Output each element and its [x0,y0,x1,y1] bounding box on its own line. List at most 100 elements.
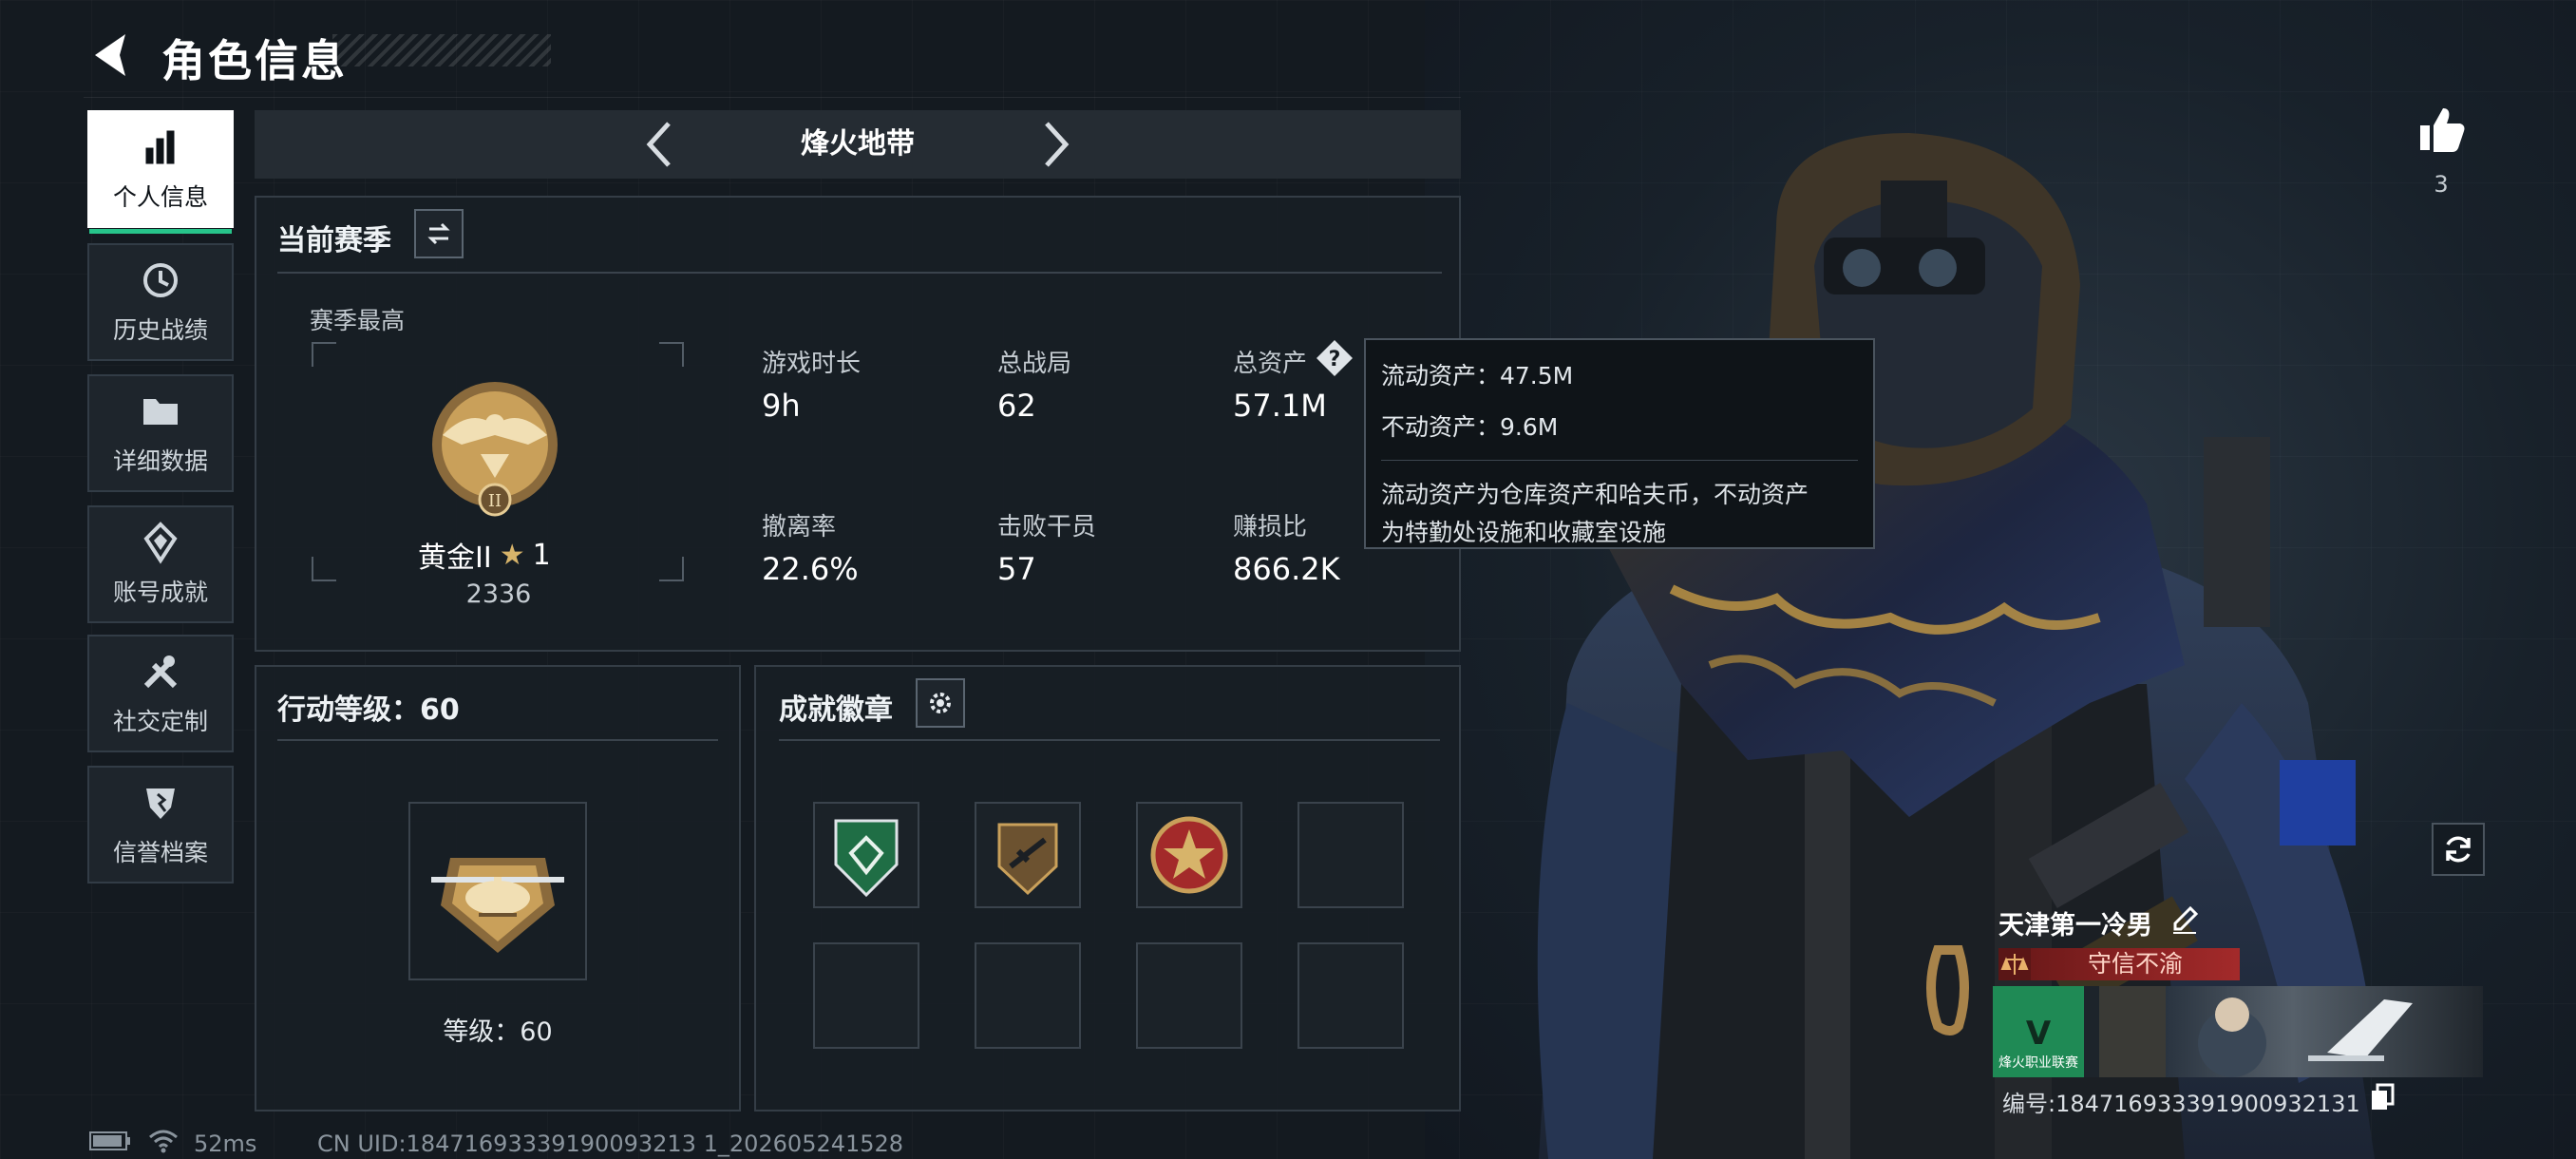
star-medal-badge-icon [1150,816,1228,894]
badge-slot[interactable] [813,802,919,908]
sidebar-item-history[interactable]: 历史战绩 [87,243,234,361]
sidebar-item-detailed-data[interactable]: 详细数据 [87,374,234,492]
season-divider [277,272,1442,274]
rank-gold-emblem: II [432,382,558,517]
chevron-left-icon[interactable] [636,116,684,173]
mode-tab-bar: 烽火地带 [255,110,1461,179]
stat-value-matches: 62 [997,388,1036,424]
sidebar-item-label: 账号成就 [112,579,208,606]
laptop-scene-image [2198,998,2413,1077]
battery-icon [89,1131,130,1150]
sidebar-item-reputation[interactable]: 信誉档案 [87,766,234,884]
season-best-label: 赛季最高 [310,307,406,334]
sidebar-item-label: 个人信息 [112,183,208,211]
badge-slot-empty[interactable] [813,942,919,1049]
bar-chart-icon [145,130,175,164]
sidebar-item-label: 详细数据 [112,447,208,475]
thumbs-up-icon[interactable] [2415,103,2468,156]
rifle-badge-icon [997,823,1058,896]
rotate-model-button[interactable] [2432,823,2485,876]
season-title: 当前赛季 [277,224,391,257]
badges-divider [779,739,1440,741]
card-tile[interactable] [2099,986,2166,1077]
wifi-icon [149,1130,178,1153]
player-name: 天津第一冷男 [1998,911,2152,940]
season-switch-button[interactable] [414,209,464,258]
badge-slot-empty[interactable] [1297,942,1404,1049]
badge-slot-empty[interactable] [1297,802,1404,908]
ping-text: 52ms [194,1130,257,1157]
tooltip-fixed-assets: 不动资产：9.6M [1381,413,1559,441]
league-logo-icon: V [2025,1015,2052,1053]
uid-status-line: CN UID:18471693339190093213 1_2026052415… [317,1130,904,1157]
rank-stars: 1 [532,538,551,572]
back-icon[interactable] [84,27,141,84]
stat-label-total-assets: 总资产 [1233,350,1308,378]
help-icon[interactable]: ? [1315,338,1354,378]
scale-icon [1998,948,2031,980]
badge-slot[interactable] [975,802,1081,908]
badge-slot[interactable] [1136,802,1242,908]
badge-slot-empty[interactable] [1136,942,1242,1049]
sidebar-item-personal-info[interactable]: 个人信息 [87,110,234,234]
title-decoration [332,34,551,66]
stat-value-kills: 57 [997,551,1036,587]
frame-corner [659,557,684,581]
assets-tooltip: 流动资产：47.5M 不动资产：9.6M 流动资产为仓库资产和哈夫币，不动资产 … [1364,338,1875,549]
player-card-strip[interactable]: V 烽火职业联赛 [1993,986,2483,1077]
badges-settings-button[interactable] [916,678,965,728]
header-divider [84,97,1461,98]
action-level-divider [277,739,718,741]
league-card[interactable]: V 烽火职业联赛 [1993,986,2084,1077]
league-card-text: 烽火职业联赛 [1998,1055,2078,1071]
folder-icon [143,399,178,425]
svg-text:?: ? [1329,348,1341,371]
stat-label-playtime: 游戏时长 [762,350,862,378]
copy-icon[interactable] [2369,1083,2396,1112]
reputation-badge: 守信不渝 [2031,948,2240,980]
sidebar-item-label: 社交定制 [112,708,208,735]
helicopter-emblem [431,858,564,953]
swap-icon [427,222,450,245]
card-scene[interactable] [2166,986,2483,1077]
stat-label-kills: 击败干员 [997,513,1097,542]
history-icon [143,263,178,297]
frame-corner [659,342,684,367]
edit-icon[interactable] [2169,904,2200,935]
tooltip-explain-line1: 流动资产为仓库资产和哈夫币，不动资产 [1381,481,1809,508]
stat-value-playtime: 9h [762,388,801,424]
page-title: 角色信息 [161,35,348,86]
stat-value-extract-rate: 22.6% [762,551,859,587]
stat-label-extract-rate: 撤离率 [762,513,837,542]
action-level-emblem-frame [408,802,587,980]
tools-icon [143,656,178,689]
star-icon: ★ [499,538,525,572]
frame-corner [312,342,336,367]
sidebar-item-social[interactable]: 社交定制 [87,635,234,752]
action-level-title: 行动等级：60 [277,694,460,727]
stat-value-total-assets: 57.1M [1233,388,1327,424]
refresh-icon [2446,836,2471,863]
green-shield-badge-icon [834,819,899,898]
badge-slot-empty[interactable] [975,942,1081,1049]
stat-label-profit-ratio: 赚损比 [1233,513,1308,542]
mode-tab-title: 烽火地带 [801,127,915,161]
likes-count: 3 [2434,171,2449,198]
svg-text:II: II [488,491,502,511]
player-id: 编号:18471693339190093213​1 [2002,1091,2360,1117]
sidebar-item-achievements[interactable]: 账号成就 [87,505,234,623]
shield-icon [146,788,175,819]
sidebar-item-label: 历史战绩 [112,316,208,344]
achievement-icon [143,522,178,564]
tooltip-divider [1381,460,1858,461]
sidebar-item-label: 信誉档案 [112,839,208,866]
rank-name: 黄金II [418,542,492,575]
gear-icon [930,693,951,713]
rank-points: 2336 [465,580,532,609]
stat-value-profit-ratio: 866.2K [1233,551,1340,587]
chevron-right-icon[interactable] [1032,116,1079,173]
frame-corner [312,557,336,581]
stat-label-matches: 总战局 [997,350,1072,378]
badges-title: 成就徽章 [779,694,893,727]
tooltip-liquid-assets: 流动资产：47.5M [1381,362,1574,390]
